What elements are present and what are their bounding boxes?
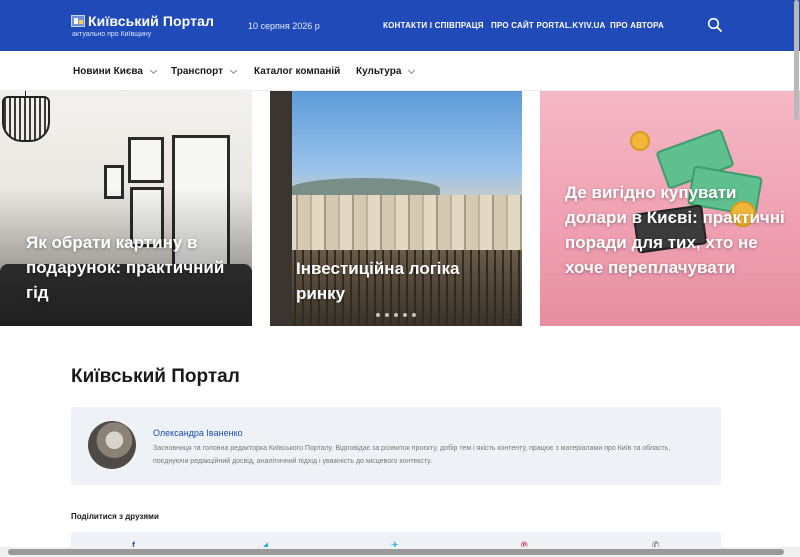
- logo-icon: [71, 15, 85, 27]
- coin-image: [630, 131, 650, 151]
- current-date: 10 серпня 2026 р: [248, 21, 320, 31]
- share-label: Поділитися з друзями: [71, 512, 159, 521]
- site-logo[interactable]: Київський Портал актуально про Київщину: [71, 13, 214, 38]
- hero-title[interactable]: Як обрати картину в подарунок: практични…: [26, 230, 241, 305]
- about-site-link[interactable]: ПРО САЙТ PORTAL.KYIV.UA: [491, 21, 605, 30]
- vertical-scrollbar[interactable]: [792, 0, 800, 547]
- hero-card-dollars[interactable]: Де вигідно купувати долари в Києві: прак…: [540, 91, 800, 326]
- author-name-link[interactable]: Олександра Іваненко: [153, 428, 243, 438]
- nav-item-transport[interactable]: Транспорт: [171, 66, 238, 77]
- search-icon[interactable]: [707, 17, 723, 33]
- slider-dot[interactable]: [412, 313, 416, 317]
- hero-title[interactable]: Інвестиційна логіка ринку: [296, 256, 496, 306]
- chevron-down-icon: [229, 66, 238, 74]
- avatar: [88, 421, 136, 469]
- author-bio: Засновниця та головна редакторка Київськ…: [153, 445, 671, 465]
- site-header: Київський Портал актуально про Київщину …: [0, 0, 800, 51]
- lamp-image: [2, 96, 50, 142]
- site-title[interactable]: Київський Портал: [88, 13, 214, 29]
- scrollbar-thumb[interactable]: [794, 0, 799, 120]
- nav-label: Новини Києва: [73, 66, 143, 77]
- chevron-down-icon: [408, 66, 416, 74]
- nav-label: Транспорт: [171, 66, 224, 77]
- nav-label: Каталог компаній: [254, 66, 341, 77]
- about-author-link[interactable]: ПРО АВТОРА: [610, 21, 664, 30]
- slider-dot[interactable]: [394, 313, 398, 317]
- contacts-link[interactable]: КОНТАКТИ І СПІВПРАЦЯ: [383, 21, 484, 30]
- site-tagline: актуально про Київщину: [72, 31, 152, 38]
- nav-label: Культура: [356, 66, 402, 77]
- scrollbar-thumb[interactable]: [8, 549, 784, 555]
- slider-dot[interactable]: [403, 313, 407, 317]
- page-title: Київський Портал: [71, 366, 240, 387]
- main-nav: Новини Києва Транспорт Каталог компаній …: [0, 51, 800, 91]
- slider-dot[interactable]: [376, 313, 380, 317]
- balcony-image: [270, 91, 292, 326]
- nav-item-company-catalog[interactable]: Каталог компаній: [254, 66, 340, 77]
- wall-frame: [128, 137, 164, 183]
- chevron-down-icon: [149, 66, 157, 74]
- horizontal-scrollbar[interactable]: [0, 547, 800, 557]
- hero-title[interactable]: Де вигідно купувати долари в Києві: прак…: [565, 180, 790, 280]
- nav-item-kyiv-news[interactable]: Новини Києва: [73, 66, 157, 77]
- author-box: Олександра Іваненко Засновниця та головн…: [71, 407, 721, 485]
- slider-dot[interactable]: [385, 313, 389, 317]
- nav-item-culture[interactable]: Культура: [356, 66, 416, 77]
- slider-dots[interactable]: [376, 313, 416, 317]
